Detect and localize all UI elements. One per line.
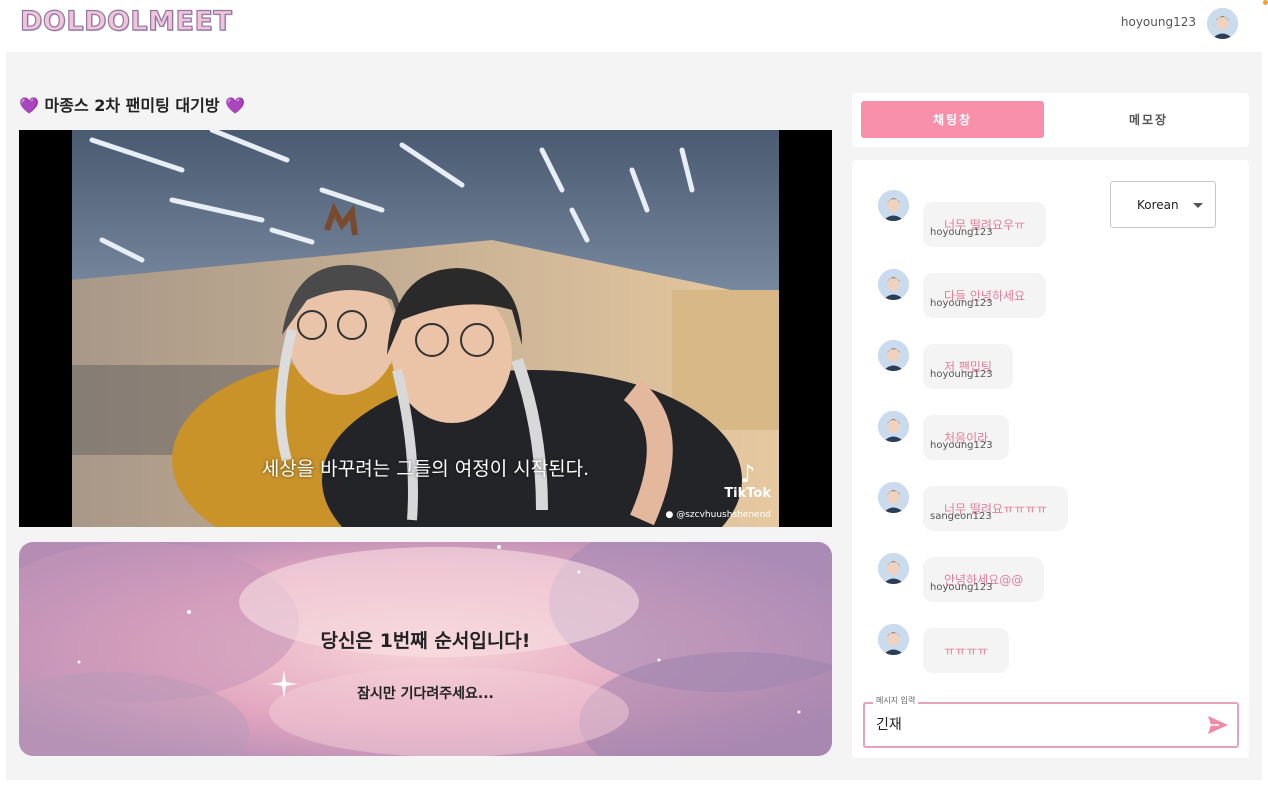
sender-avatar[interactable] — [878, 553, 909, 584]
sender-name: hoyoung123 — [930, 298, 993, 309]
header-username: hoyoung123 — [1120, 15, 1196, 29]
message-bubble: 너무 떨려요ㅠㅠㅠㅠ — [923, 486, 1069, 531]
chat-memo-tabs: 채팅창 메모장 — [852, 93, 1249, 147]
sender-avatar[interactable] — [878, 340, 909, 371]
top-header: DOLDOLMEET hoyoung123 — [0, 0, 1268, 50]
language-select-value: Korean — [1137, 198, 1179, 212]
tiktok-handle: ● @szcvhuushshenend — [665, 510, 771, 520]
message-input-label: 메시지 입력 — [873, 695, 919, 706]
purple-heart-icon: 💜 — [19, 96, 39, 115]
notification-dot — [1263, 0, 1268, 5]
sender-avatar[interactable] — [878, 624, 909, 655]
sender-name: hoyoung123 — [930, 369, 993, 380]
message-bubble: 처음이라 — [923, 415, 1010, 460]
message-bubble: 너무 떨려요우ㅠ — [923, 202, 1047, 247]
queue-status-card: 당신은 1번째 순서입니다! 잠시만 기다려주세요... — [19, 542, 832, 756]
tiktok-watermark: ♪ TikTok — [724, 462, 771, 501]
language-select[interactable]: Korean — [1110, 181, 1216, 228]
video-frame: 세상을 바꾸려는 그들의 여정이 시작된다. ♪ TikTok ● @szcvh… — [72, 130, 779, 527]
tab-chat[interactable]: 채팅창 — [861, 101, 1044, 138]
tiktok-handle-text: @szcvhuushshenend — [676, 510, 771, 520]
sender-name: hoyoung123 — [930, 440, 993, 451]
sender-name: hoyoung123 — [930, 227, 993, 238]
message-input[interactable] — [876, 716, 1176, 732]
tiktok-label: TikTok — [724, 486, 771, 501]
chevron-down-icon — [1193, 203, 1203, 208]
send-icon[interactable] — [1207, 715, 1229, 735]
sender-name: hoyoung123 — [930, 582, 993, 593]
sender-avatar[interactable] — [878, 269, 909, 300]
queue-position-text: 당신은 1번째 순서입니다! — [320, 630, 531, 652]
message-input-box[interactable]: 메시지 입력 — [863, 695, 1239, 748]
purple-heart-icon: 💜 — [225, 96, 246, 115]
person-icon: ● — [665, 510, 674, 520]
chat-panel: Korean 너무 떨려요우ㅠ hoyoung123 다들 안녕하세요 hoyoung… — [852, 160, 1249, 758]
message-bubble: 다들 안녕하세요 — [923, 273, 1047, 318]
message-bubble: 안녕하세요@@ — [923, 557, 1045, 602]
message-bubble: 저 팬밉팅 — [923, 344, 1013, 389]
queue-wait-text: 잠시만 기다려주세요... — [357, 686, 494, 702]
tab-memo[interactable]: 메모장 — [1057, 101, 1240, 138]
room-title-text: 마종스 2차 팬미팅 대기방 — [44, 96, 220, 115]
main-content: 💜 마종스 2차 팬미팅 대기방 💜 세상을 바꾸려는 그들의 여정이 시작된다… — [6, 52, 1262, 780]
video-subtitle: 세상을 바꾸려는 그들의 여정이 시작된다. — [261, 458, 590, 480]
message-bubble: ㅠㅠㅠㅠ — [923, 628, 1010, 673]
app-logo[interactable]: DOLDOLMEET — [19, 5, 232, 37]
sender-avatar[interactable] — [878, 411, 909, 442]
sender-name: sangeon123 — [930, 511, 992, 522]
sender-avatar[interactable] — [878, 190, 909, 221]
tiktok-icon: ♪ — [739, 460, 756, 488]
room-title: 💜 마종스 2차 팬미팅 대기방 💜 — [19, 92, 245, 116]
sender-avatar[interactable] — [878, 482, 909, 513]
video-player[interactable]: 세상을 바꾸려는 그들의 여정이 시작된다. ♪ TikTok ● @szcvh… — [19, 130, 832, 527]
user-avatar[interactable] — [1207, 8, 1238, 39]
